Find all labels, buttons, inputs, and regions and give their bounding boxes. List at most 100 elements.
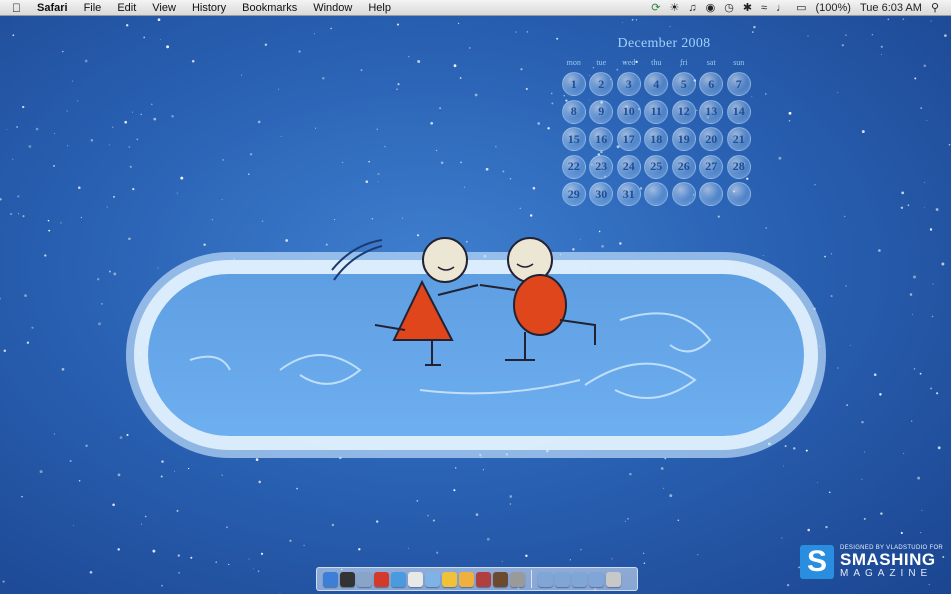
snowflake bbox=[78, 186, 81, 189]
weekday-label: mon bbox=[566, 58, 581, 67]
menu-window[interactable]: Window bbox=[305, 0, 360, 16]
photobooth-icon[interactable] bbox=[493, 571, 508, 587]
snowflake bbox=[72, 525, 74, 526]
menu-view[interactable]: View bbox=[144, 0, 184, 16]
snowflake bbox=[384, 145, 386, 148]
ichat-icon[interactable]: ◉ bbox=[706, 0, 716, 16]
apple-menu-icon[interactable]:  bbox=[0, 0, 29, 16]
snowflake bbox=[296, 487, 299, 490]
calendar-day: 23 bbox=[589, 154, 614, 179]
menu-history[interactable]: History bbox=[184, 0, 234, 16]
snowflake bbox=[313, 33, 315, 35]
snowflake bbox=[930, 20, 932, 22]
menu-file[interactable]: File bbox=[76, 0, 110, 16]
snowflake bbox=[677, 519, 680, 522]
snowflake bbox=[376, 520, 379, 523]
calendar-day: 30 bbox=[589, 182, 614, 206]
notes-icon[interactable] bbox=[459, 571, 474, 587]
clock[interactable]: Tue 6:03 AM bbox=[860, 0, 922, 16]
menu-bookmarks[interactable]: Bookmarks bbox=[234, 0, 305, 16]
calendar-day: 5 bbox=[671, 72, 696, 96]
adium-icon[interactable] bbox=[442, 571, 457, 587]
folder-icon[interactable] bbox=[555, 571, 570, 587]
snowflake bbox=[108, 144, 110, 146]
snowflake bbox=[526, 31, 529, 33]
weekday-label: fri bbox=[679, 58, 688, 67]
folder-icon[interactable] bbox=[572, 571, 587, 587]
menu-app-name[interactable]: Safari bbox=[29, 0, 76, 16]
snowflake bbox=[878, 249, 881, 252]
calendar-day: 3 bbox=[616, 72, 641, 96]
snowflake bbox=[887, 18, 890, 21]
snowflake bbox=[280, 135, 282, 137]
menu-help[interactable]: Help bbox=[360, 0, 399, 16]
calendar-day: 28 bbox=[726, 154, 751, 179]
snowflake bbox=[453, 489, 456, 492]
brand-name-bottom: MAGAZINE bbox=[840, 568, 933, 579]
itunes-icon[interactable] bbox=[425, 571, 440, 587]
finder-icon[interactable] bbox=[323, 571, 338, 587]
bluetooth-icon[interactable]: ✱ bbox=[743, 0, 752, 16]
snowflake bbox=[926, 119, 928, 121]
volume-icon[interactable]: ♩ bbox=[776, 0, 787, 16]
snowflake bbox=[556, 37, 559, 40]
calendar-day: 21 bbox=[726, 127, 751, 151]
snowflake bbox=[407, 547, 409, 549]
snowflake bbox=[0, 297, 1, 300]
trash-icon[interactable] bbox=[606, 571, 621, 587]
weekday-label: sun bbox=[733, 58, 745, 67]
snowflake bbox=[464, 186, 466, 188]
snowflake bbox=[920, 531, 922, 534]
snowflake bbox=[669, 494, 673, 498]
snowflake bbox=[902, 18, 905, 20]
brightness-icon[interactable]: ☀ bbox=[669, 0, 679, 16]
gmail-icon[interactable] bbox=[374, 571, 389, 587]
snowflake bbox=[221, 199, 223, 201]
snowflake bbox=[532, 186, 536, 190]
calendar-day: 7 bbox=[726, 72, 751, 96]
snowflake bbox=[453, 64, 457, 68]
addressbook-icon[interactable] bbox=[476, 571, 491, 587]
snowflake bbox=[402, 217, 404, 219]
music-note-icon[interactable]: ♫ bbox=[688, 0, 696, 16]
calendar-day: 8 bbox=[561, 99, 586, 124]
sync-icon[interactable]: ⟳ bbox=[651, 0, 660, 16]
snowflake bbox=[376, 128, 379, 131]
snowflake bbox=[486, 537, 490, 541]
textedit-icon[interactable] bbox=[357, 571, 372, 587]
snowflake bbox=[436, 551, 439, 554]
snowflake bbox=[932, 283, 934, 285]
snowflake bbox=[69, 459, 72, 463]
snowflake bbox=[377, 172, 380, 176]
snowflake bbox=[509, 177, 512, 180]
snowflake bbox=[778, 156, 782, 160]
time-machine-icon[interactable]: ◷ bbox=[724, 0, 734, 16]
snowflake bbox=[846, 404, 848, 406]
ical-icon[interactable] bbox=[408, 571, 423, 587]
dashboard-icon[interactable] bbox=[340, 571, 355, 587]
snowflake bbox=[48, 229, 51, 232]
weekday-label: sat bbox=[706, 58, 716, 67]
folder-icon[interactable] bbox=[538, 571, 553, 587]
snowflake bbox=[786, 583, 790, 587]
snowflake bbox=[837, 91, 839, 93]
snowflake bbox=[765, 93, 767, 95]
snowflake bbox=[190, 556, 193, 559]
snowflake bbox=[71, 80, 74, 82]
spotlight-search-icon[interactable]: ⚲ bbox=[931, 0, 939, 16]
calendar-day: 2 bbox=[589, 72, 614, 96]
snowflake bbox=[98, 322, 101, 326]
snowflake bbox=[6, 129, 8, 131]
snowflake bbox=[931, 315, 934, 318]
snowflake bbox=[900, 206, 904, 209]
snowflake bbox=[924, 206, 926, 208]
battery-icon[interactable]: ▭ bbox=[796, 0, 806, 16]
snowflake bbox=[474, 93, 478, 97]
wifi-icon[interactable]: ≈ bbox=[761, 0, 767, 16]
battery-percent[interactable]: (100%) bbox=[816, 0, 851, 16]
safari-icon[interactable] bbox=[391, 571, 406, 587]
system-preferences-icon[interactable] bbox=[510, 571, 525, 587]
menu-edit[interactable]: Edit bbox=[109, 0, 144, 16]
snowflake bbox=[440, 161, 444, 165]
downloads-icon[interactable] bbox=[589, 571, 604, 587]
